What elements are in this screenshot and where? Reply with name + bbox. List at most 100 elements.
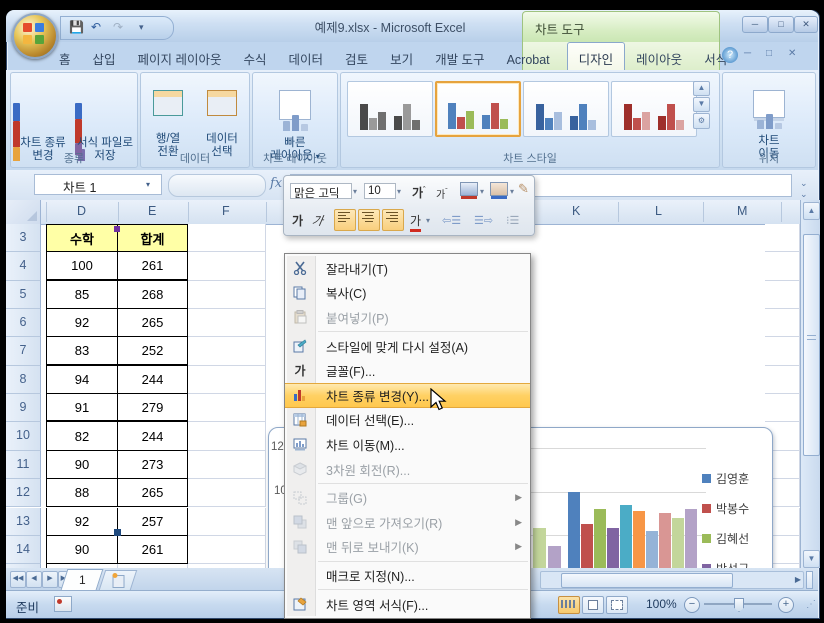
cell-D10[interactable]: 82 <box>46 422 118 451</box>
sheet-tab[interactable]: 1 <box>60 569 104 590</box>
page-break-view-icon[interactable] <box>606 596 628 614</box>
save-icon[interactable]: 💾 <box>69 20 84 35</box>
vertical-scrollbar[interactable]: ▲ ▼ <box>800 200 820 568</box>
qat-customize-icon[interactable]: ▾ <box>139 20 144 35</box>
first-sheet-icon[interactable]: ◀◀ <box>10 571 26 588</box>
cell-D5[interactable]: 85 <box>46 280 118 310</box>
italic-icon[interactable]: 가 <box>311 212 325 229</box>
row-header-12[interactable]: 12 <box>6 479 41 508</box>
range-handle-blue[interactable] <box>114 529 121 536</box>
legend-item-김영훈[interactable]: 김영훈 <box>702 470 749 487</box>
cell-M9[interactable] <box>765 394 800 423</box>
scroll-right-icon[interactable]: ▶ <box>795 575 801 584</box>
font-name-dropdown-icon[interactable]: ▾ <box>353 187 357 196</box>
row-header-9[interactable]: 9 <box>6 394 41 423</box>
row-header-10[interactable]: 10 <box>6 422 41 451</box>
ribbon-restore-icon[interactable]: □ <box>766 48 772 59</box>
fx-icon[interactable]: fx <box>270 176 282 191</box>
font-size-dropdown-icon[interactable]: ▾ <box>397 187 401 196</box>
row-header-5[interactable]: 5 <box>6 280 41 310</box>
legend-item-박봉수[interactable]: 박봉수 <box>702 500 749 517</box>
menu-item-13[interactable]: 맨 뒤로 보내기(K) ▶ <box>285 535 530 560</box>
chart-style-colorful[interactable] <box>435 81 521 137</box>
tab-3[interactable]: 수식 <box>233 43 278 73</box>
font-color-dropdown-icon[interactable]: ▾ <box>426 216 430 225</box>
border-dropdown-icon[interactable]: ▾ <box>510 187 514 196</box>
bar-김지원[interactable] <box>659 513 671 568</box>
bar-김영훈[interactable] <box>568 491 580 568</box>
menu-item-9[interactable]: 3차원 회전(R)... <box>285 457 530 482</box>
cell-D13[interactable]: 92 <box>46 507 118 536</box>
chart-style-grayscale[interactable] <box>347 81 433 137</box>
cell-F12[interactable] <box>188 479 266 508</box>
row-header-6[interactable]: 6 <box>6 309 41 338</box>
column-header-K[interactable]: K <box>572 204 580 218</box>
name-box[interactable]: 차트 1 <box>34 174 162 195</box>
menu-item-5[interactable]: 가 글꼴(F)... <box>285 358 530 383</box>
legend-item-박선구[interactable]: 박선구 <box>702 560 749 568</box>
chart-style-blue[interactable] <box>523 81 609 137</box>
tab-6[interactable]: 보기 <box>379 43 424 73</box>
range-handle-purple[interactable] <box>114 226 120 232</box>
cell-F14[interactable] <box>188 535 266 565</box>
cell-E10[interactable]: 244 <box>118 422 188 451</box>
zoom-in-icon[interactable]: + <box>778 597 794 613</box>
bar-오현주[interactable] <box>633 511 645 568</box>
cell-F4[interactable] <box>188 252 266 281</box>
cell-M6[interactable] <box>765 309 800 338</box>
formula-bar-expand-icon[interactable]: ⌄ ⌄ <box>800 178 808 200</box>
align-right-icon[interactable] <box>382 209 404 231</box>
cell-F10[interactable] <box>188 422 266 451</box>
next-sheet-icon[interactable]: ▶ <box>42 571 58 588</box>
bar-서현정[interactable] <box>685 508 697 568</box>
bar-partial-심미수[interactable] <box>533 528 546 568</box>
switch-row-column-button[interactable]: 행/열 전환 <box>143 77 193 159</box>
bar-김혜선[interactable] <box>594 508 606 568</box>
tab-5[interactable]: 검토 <box>334 43 379 73</box>
cell-D9[interactable]: 91 <box>46 394 118 423</box>
cell-E11[interactable]: 273 <box>118 450 188 480</box>
contextual-tab-1[interactable]: 레이아웃 <box>625 43 693 73</box>
cell-M5[interactable] <box>765 280 800 310</box>
bar-박봉수[interactable] <box>581 524 593 568</box>
menu-item-12[interactable]: 맨 앞으로 가져오기(R) ▶ <box>285 510 530 535</box>
menu-item-17[interactable]: 차트 영역 서식(F)... <box>285 592 530 617</box>
cell-F9[interactable] <box>188 394 266 423</box>
cell-D12[interactable]: 88 <box>46 479 118 508</box>
cell-M3[interactable] <box>765 224 800 253</box>
cell-F8[interactable] <box>188 365 266 395</box>
vertical-scroll-thumb[interactable] <box>803 234 820 456</box>
cell-E9[interactable]: 279 <box>118 394 188 423</box>
cell-E14[interactable]: 261 <box>118 535 188 565</box>
column-header-F[interactable]: F <box>222 204 230 218</box>
row-header-14[interactable]: 14 <box>6 535 41 565</box>
increase-indent-icon[interactable]: ☰⇨ <box>474 214 493 227</box>
cell-M8[interactable] <box>765 365 800 395</box>
row-header-7[interactable]: 7 <box>6 337 41 366</box>
select-data-button[interactable]: 데이터 선택 <box>197 77 247 159</box>
office-button[interactable] <box>12 13 58 59</box>
cell-M4[interactable] <box>765 252 800 281</box>
menu-item-15[interactable]: 매크로 지정(N)... <box>285 563 530 588</box>
ribbon-close-icon[interactable]: ✕ <box>788 48 796 59</box>
decrease-indent-icon[interactable]: ⇦☰ <box>442 214 461 227</box>
cell-D14[interactable]: 90 <box>46 535 118 565</box>
menu-item-0[interactable]: 잘라내기(T) <box>285 256 530 281</box>
format-painter-icon[interactable]: ✎ <box>518 181 529 197</box>
prev-sheet-icon[interactable]: ◀ <box>26 571 42 588</box>
row-header-4[interactable]: 4 <box>6 252 41 281</box>
close-button[interactable]: ✕ <box>794 16 818 33</box>
border-color-icon[interactable] <box>490 182 508 199</box>
zoom-level[interactable]: 100% <box>646 597 677 611</box>
shrink-font-icon[interactable]: 가ˇ <box>436 186 448 201</box>
fill-color-icon[interactable] <box>460 182 478 199</box>
horizontal-scroll-thumb[interactable] <box>561 573 733 588</box>
column-header-E[interactable]: E <box>148 204 156 218</box>
contextual-tab-0[interactable]: 디자인 <box>566 42 626 73</box>
zoom-out-icon[interactable]: − <box>684 597 700 613</box>
column-header-L[interactable]: L <box>655 204 662 218</box>
tab-1[interactable]: 삽입 <box>82 43 127 73</box>
cell-E5[interactable]: 268 <box>118 280 188 310</box>
scroll-down-icon[interactable]: ▼ <box>803 550 820 568</box>
tab-7[interactable]: 개발 도구 <box>424 43 495 73</box>
